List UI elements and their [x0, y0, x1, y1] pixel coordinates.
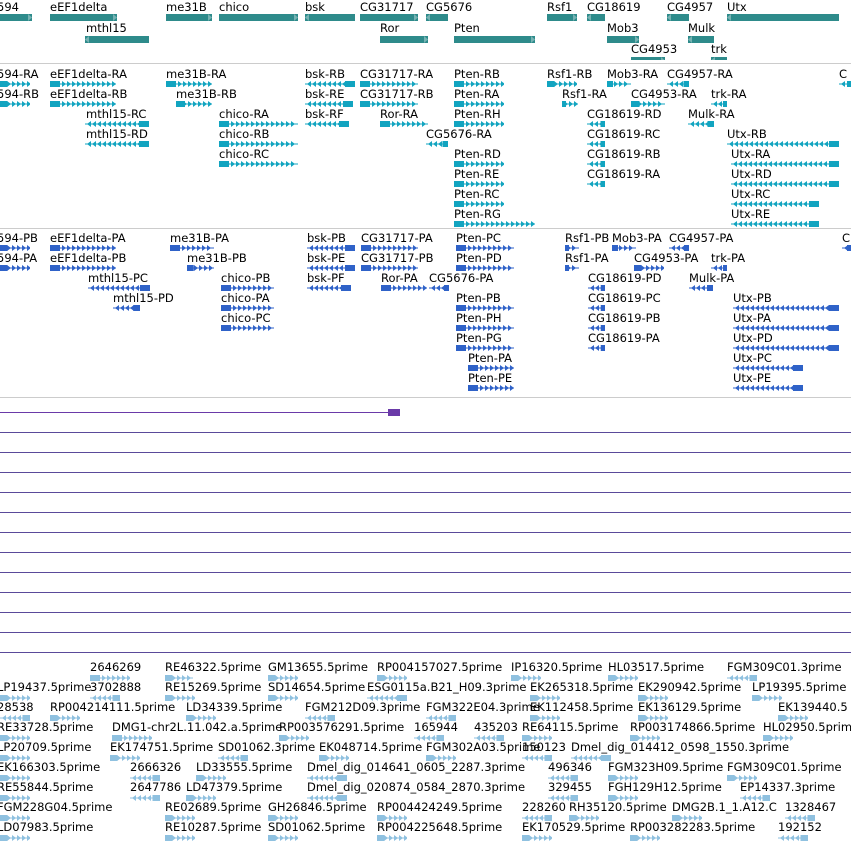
feature-label[interactable]: DMG2B.1_1.A12.C: [672, 800, 777, 814]
feature-glyph[interactable]: [630, 835, 660, 841]
feature-label[interactable]: 496346: [548, 760, 592, 774]
feature-label[interactable]: FGM309C01.3prime: [727, 660, 842, 674]
feature-label[interactable]: SD01062.3prime: [218, 740, 315, 754]
feature-label[interactable]: FGM228G04.5prime: [0, 800, 112, 814]
feature-label[interactable]: GH26846.5prime: [268, 800, 367, 814]
feature-glyph[interactable]: [0, 835, 30, 841]
feature-label[interactable]: RH35120.5prime: [569, 800, 667, 814]
feature-label[interactable]: 2666326: [130, 760, 181, 774]
feature-label[interactable]: 1328467: [785, 800, 836, 814]
feature-glyph[interactable]: [165, 835, 195, 841]
feature-label[interactable]: 228260: [522, 800, 566, 814]
feature-label[interactable]: SD14654.5prime: [268, 680, 365, 694]
feature-label[interactable]: 435203: [474, 720, 518, 734]
feature-label[interactable]: RP003576291.5prime: [279, 720, 404, 734]
feature-label[interactable]: EK112458.5prime: [530, 700, 633, 714]
feature-label[interactable]: SD01062.5prime: [268, 820, 365, 834]
feature-label[interactable]: RE64115.5prime: [522, 720, 618, 734]
feature-label[interactable]: FGH129H12.5prime: [608, 780, 722, 794]
feature-label[interactable]: RE02689.5prime: [165, 800, 261, 814]
feature-label[interactable]: LD33555.5prime: [196, 760, 292, 774]
feature-glyph[interactable]: [522, 835, 552, 841]
feature-label[interactable]: EK265318.5prime: [530, 680, 633, 694]
feature-glyph[interactable]: [377, 835, 407, 841]
feature-label[interactable]: LD47379.5prime: [186, 780, 282, 794]
feature-label[interactable]: 329455: [548, 780, 592, 794]
feature-label[interactable]: EK139440.5: [778, 700, 848, 714]
feature-label[interactable]: EP14337.3prime: [740, 780, 835, 794]
feature-label[interactable]: RE10287.5prime: [165, 820, 261, 834]
feature-label[interactable]: LP20709.5prime: [0, 740, 91, 754]
feature-label[interactable]: RP004157027.5prime: [377, 660, 502, 674]
feature-label[interactable]: HL02950.5prime: [763, 720, 851, 734]
feature-label[interactable]: DMG1-chr2L.11.042.a.5prime: [112, 720, 282, 734]
feature-label[interactable]: 165944: [414, 720, 458, 734]
feature-label[interactable]: EK166303.5prime: [0, 760, 100, 774]
feature-glyph[interactable]: [130, 795, 160, 801]
feature-label[interactable]: 150123: [522, 740, 566, 754]
feature-label[interactable]: RE55844.5prime: [0, 780, 93, 794]
feature-label[interactable]: RE15269.5prime: [165, 680, 261, 694]
est-track: 2646269 RE46322.5prime GM13655.5prime RP004…: [0, 0, 851, 842]
feature-label[interactable]: 28538: [0, 700, 34, 714]
feature-label[interactable]: RE33728.5prime: [0, 720, 93, 734]
feature-label[interactable]: EK048714.5prime: [319, 740, 422, 754]
feature-label[interactable]: LD34339.5prime: [186, 700, 282, 714]
feature-label[interactable]: FGM309C01.5prime: [727, 760, 842, 774]
feature-label[interactable]: FGM212D09.3prime: [305, 700, 420, 714]
feature-label[interactable]: EK136129.5prime: [638, 700, 741, 714]
feature-label[interactable]: Dmel_dig_014641_0605_2287.3prime: [307, 760, 525, 774]
feature-label[interactable]: Dmel_dig_014412_0598_1550.3prime: [571, 740, 789, 754]
feature-glyph[interactable]: [268, 835, 298, 841]
feature-label[interactable]: EK290942.5prime: [638, 680, 741, 694]
feature-label[interactable]: 3702888: [90, 680, 141, 694]
feature-label[interactable]: RE46322.5prime: [165, 660, 261, 674]
feature-label[interactable]: IP16320.5prime: [511, 660, 602, 674]
feature-label[interactable]: LD07983.5prime: [0, 820, 93, 834]
feature-label[interactable]: RP004424249.5prime: [377, 800, 502, 814]
feature-label[interactable]: FGM323H09.5prime: [608, 760, 723, 774]
feature-label[interactable]: LP19437.5prime: [0, 680, 91, 694]
feature-label[interactable]: EK170529.5prime: [522, 820, 625, 834]
feature-label[interactable]: 2646269: [90, 660, 141, 674]
feature-label[interactable]: EK174751.5prime: [110, 740, 213, 754]
feature-glyph[interactable]: [778, 835, 808, 841]
feature-label[interactable]: RP003174866.5prime: [630, 720, 755, 734]
feature-label[interactable]: Dmel_dig_020874_0584_2870.3prime: [307, 780, 525, 794]
feature-label[interactable]: ESG0115a.B21_H09.3prime: [367, 680, 526, 694]
feature-label[interactable]: GM13655.5prime: [268, 660, 368, 674]
feature-label[interactable]: RP004225648.5prime: [377, 820, 502, 834]
feature-label[interactable]: LP19395.5prime: [752, 680, 846, 694]
feature-label[interactable]: 2647786: [130, 780, 181, 794]
feature-label[interactable]: HL03517.5prime: [608, 660, 704, 674]
feature-label[interactable]: RP003282283.5prime: [630, 820, 755, 834]
feature-label[interactable]: RP004214111.5prime: [50, 700, 175, 714]
feature-label[interactable]: 192152: [778, 820, 822, 834]
feature-label[interactable]: FGM322E04.3prime: [426, 700, 540, 714]
